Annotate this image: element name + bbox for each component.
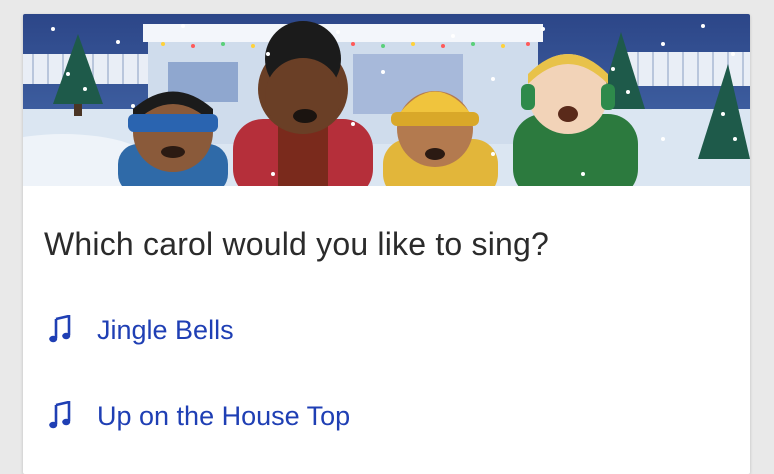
music-note-icon <box>49 315 71 343</box>
carolers-banner <box>23 14 750 186</box>
option-label[interactable]: Jingle Bells <box>97 315 234 346</box>
carol-card: Which carol would you like to sing? Jing… <box>23 14 750 474</box>
carolers-illustration <box>23 14 750 186</box>
option-jingle-bells[interactable]: Jingle Bells <box>23 298 750 362</box>
music-note-icon <box>49 401 71 429</box>
option-up-on-the-house-top[interactable]: Up on the House Top <box>23 384 750 448</box>
option-label[interactable]: Up on the House Top <box>97 401 350 432</box>
carol-question: Which carol would you like to sing? <box>44 226 550 262</box>
